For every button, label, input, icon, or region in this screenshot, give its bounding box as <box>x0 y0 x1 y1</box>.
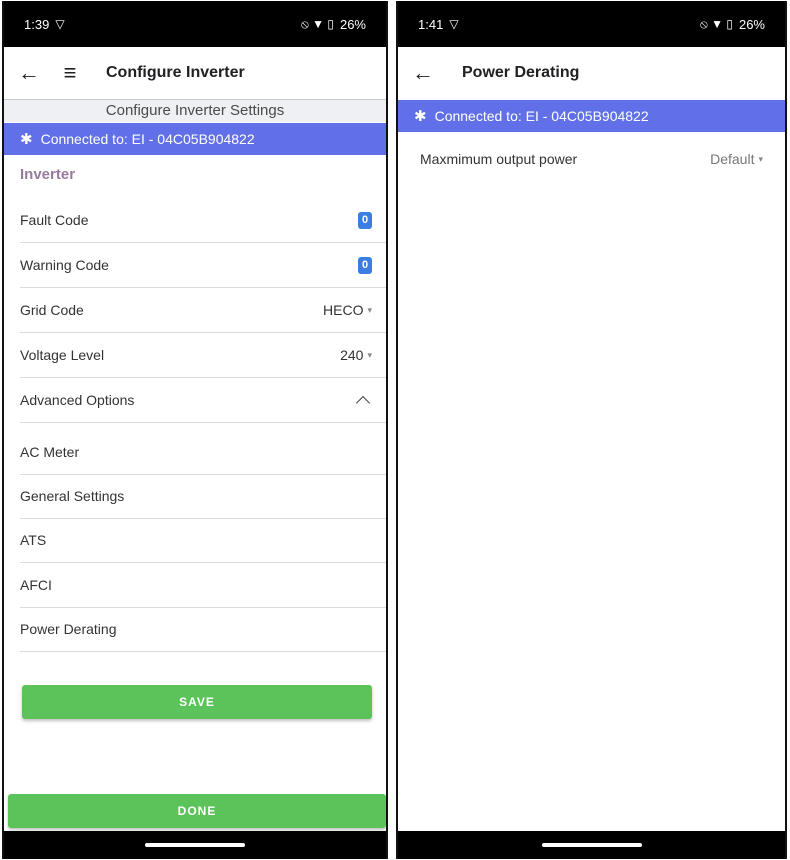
status-time: 1:39 <box>24 16 50 32</box>
section-title-inverter: Inverter <box>20 166 76 183</box>
warning-code-badge: 0 <box>358 256 372 274</box>
screen: 1:39 ▽ ⦸ ▼ ▯ 26% ← ≡ Configure Inverter … <box>4 1 386 859</box>
dropdown-caret-icon: ▾ <box>367 349 372 360</box>
row-grid-code[interactable]: Grid Code HECO ▾ <box>20 288 386 333</box>
navigation-bar <box>398 831 785 859</box>
phone-power-derating: 1:41 ▽ ⦸ ▼ ▯ 26% ← Power Derating ✱ Conn… <box>396 1 787 859</box>
row-label: Maxmimum output power <box>420 151 578 167</box>
vpn-icon: ▽ <box>449 17 459 31</box>
row-label: AFCI <box>20 577 52 593</box>
page-title: Power Derating <box>462 64 580 81</box>
connection-text: Connected to: EI - 04C05B904822 <box>40 131 255 147</box>
row-label: Voltage Level <box>20 347 105 363</box>
row-advanced-options[interactable]: Advanced Options <box>20 378 386 423</box>
screen: 1:41 ▽ ⦸ ▼ ▯ 26% ← Power Derating ✱ Conn… <box>398 1 785 859</box>
vpn-icon: ▽ <box>55 17 65 31</box>
navigation-bar <box>4 831 386 859</box>
row-label: General Settings <box>20 488 125 504</box>
back-arrow-icon[interactable]: ← <box>18 60 48 86</box>
battery-percentage: 26% <box>339 16 366 32</box>
row-power-derating[interactable]: Power Derating <box>20 607 386 652</box>
signal-wifi-battery-icons: ⦸ ▼ ▯ <box>699 16 733 31</box>
back-arrow-icon[interactable]: ← <box>412 60 442 86</box>
home-gesture-handle[interactable] <box>145 843 245 847</box>
grid-code-select[interactable]: HECO ▾ <box>323 302 372 318</box>
dropdown-caret-icon: ▾ <box>758 153 763 164</box>
fault-code-badge: 0 <box>358 211 372 229</box>
battery-percentage: 26% <box>738 16 765 32</box>
done-button[interactable]: DONE <box>8 794 386 828</box>
dropdown-caret-icon: ▾ <box>367 304 372 315</box>
row-label: AC Meter <box>20 444 80 460</box>
app-bar: ← Power Derating <box>398 47 785 99</box>
row-ac-meter[interactable]: AC Meter <box>20 430 386 475</box>
subheader: Configure Inverter Settings <box>4 99 386 122</box>
save-button[interactable]: SAVE <box>22 685 372 719</box>
voltage-level-select[interactable]: 240 ▾ <box>340 347 372 363</box>
row-label: Fault Code <box>20 212 89 228</box>
row-label: ATS <box>20 532 47 548</box>
bluetooth-icon: ✱ <box>414 108 427 125</box>
max-output-power-value: Default <box>710 151 755 167</box>
connection-banner: ✱ Connected to: EI - 04C05B904822 <box>398 100 785 132</box>
grid-code-value: HECO <box>323 302 364 318</box>
row-afci[interactable]: AFCI <box>20 563 386 608</box>
connection-banner: ✱ Connected to: EI - 04C05B904822 <box>4 123 386 155</box>
row-label: Power Derating <box>20 621 117 637</box>
signal-wifi-battery-icons: ⦸ ▼ ▯ <box>300 16 334 31</box>
row-ats[interactable]: ATS <box>20 518 386 563</box>
app-bar: ← ≡ Configure Inverter <box>4 47 386 99</box>
hamburger-menu-icon[interactable]: ≡ <box>48 60 92 86</box>
row-label: Grid Code <box>20 302 84 318</box>
status-bar: 1:41 ▽ ⦸ ▼ ▯ 26% <box>398 1 785 47</box>
status-time: 1:41 <box>418 16 444 32</box>
chevron-up-icon <box>355 395 371 411</box>
bluetooth-icon: ✱ <box>20 131 33 148</box>
max-output-power-select[interactable]: Default ▾ <box>710 151 763 167</box>
status-bar: 1:39 ▽ ⦸ ▼ ▯ 26% <box>4 1 386 47</box>
page-title: Configure Inverter <box>106 64 245 81</box>
connection-text: Connected to: EI - 04C05B904822 <box>434 108 649 124</box>
home-gesture-handle[interactable] <box>541 843 642 847</box>
row-voltage-level[interactable]: Voltage Level 240 ▾ <box>20 333 386 378</box>
voltage-level-value: 240 <box>340 347 364 363</box>
row-label: Advanced Options <box>20 392 135 408</box>
row-max-output-power[interactable]: Maxmimum output power Default ▾ <box>420 144 763 174</box>
row-warning-code[interactable]: Warning Code 0 <box>20 243 386 288</box>
phone-configure-inverter: 1:39 ▽ ⦸ ▼ ▯ 26% ← ≡ Configure Inverter … <box>2 1 388 859</box>
row-fault-code[interactable]: Fault Code 0 <box>20 198 386 243</box>
row-label: Warning Code <box>20 257 109 273</box>
row-general-settings[interactable]: General Settings <box>20 474 386 519</box>
